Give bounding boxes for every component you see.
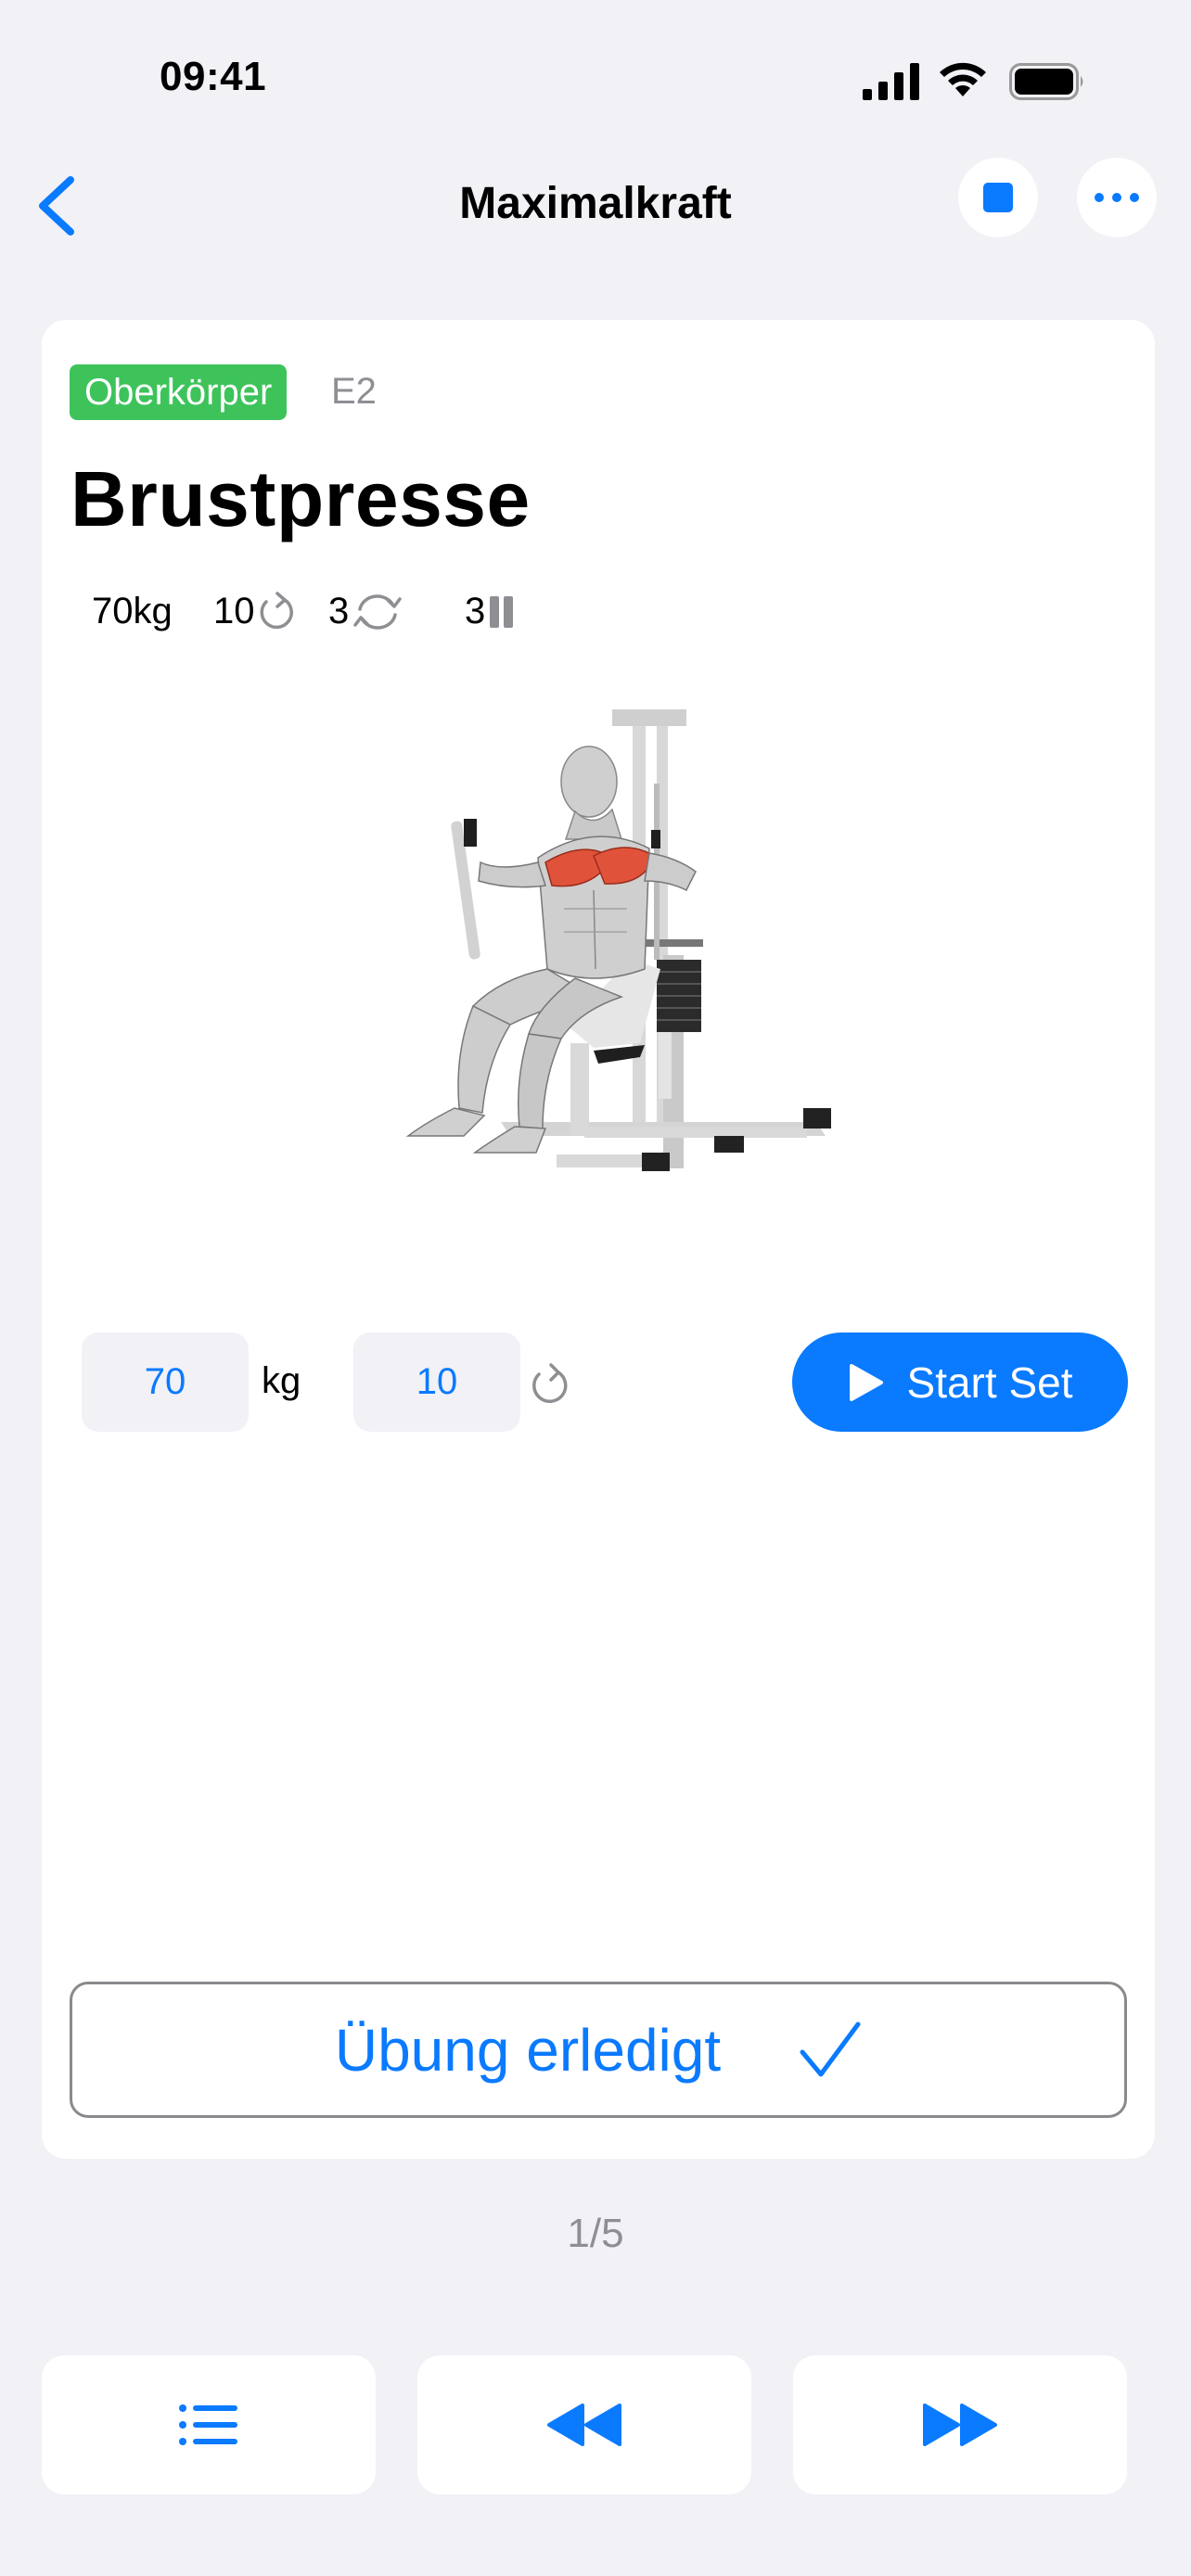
stop-icon [983, 183, 1013, 212]
stat-reps: 10 [213, 589, 298, 633]
exercise-code: E2 [331, 371, 377, 412]
more-options-button[interactable] [1077, 158, 1157, 237]
more-icon [1095, 193, 1139, 202]
reps-input[interactable]: 10 [353, 1333, 520, 1432]
stat-weight-value: 70kg [92, 591, 173, 631]
stat-weight: 70kg [92, 589, 173, 633]
start-set-button[interactable]: Start Set [792, 1333, 1128, 1432]
stat-reps-value: 10 [213, 591, 255, 631]
exercise-list-button[interactable] [42, 2355, 376, 2494]
repeat-icon [260, 592, 293, 630]
stat-pauses: 3 [465, 589, 519, 633]
start-set-label: Start Set [906, 1358, 1073, 1407]
page-indicator: 1/5 [567, 2211, 624, 2256]
repeat-icon [532, 1363, 568, 1404]
rewind-icon [547, 2404, 621, 2446]
checkmark-icon [800, 2021, 861, 2076]
battery-icon [1009, 63, 1083, 100]
weight-unit-label: kg [262, 1360, 301, 1401]
body-region-tag: Oberkörper [70, 364, 288, 420]
cellular-signal-icon [863, 63, 919, 100]
weight-input[interactable]: 70 [82, 1333, 249, 1432]
exercise-card [42, 320, 1155, 2159]
play-icon [849, 1363, 883, 1401]
status-time: 09:41 [160, 54, 267, 99]
previous-exercise-button[interactable] [417, 2355, 751, 2494]
next-exercise-button[interactable] [793, 2355, 1127, 2494]
wifi-icon [940, 62, 986, 96]
exercise-title: Brustpresse [70, 455, 531, 542]
stop-workout-button[interactable] [958, 158, 1038, 237]
pause-bars-icon [490, 596, 514, 628]
sets-cycle-icon [353, 594, 402, 630]
stat-sets: 3 [328, 589, 404, 633]
stat-sets-value: 3 [328, 591, 350, 631]
weight-stack [657, 960, 701, 1032]
list-icon [179, 2404, 237, 2445]
stat-pauses-value: 3 [465, 591, 486, 631]
exercise-illustration [405, 709, 831, 1171]
exercise-done-label: Übung erledigt [334, 2016, 722, 2084]
fast-forward-icon [923, 2404, 997, 2446]
exercise-done-button[interactable]: Übung erledigt [70, 1982, 1127, 2118]
